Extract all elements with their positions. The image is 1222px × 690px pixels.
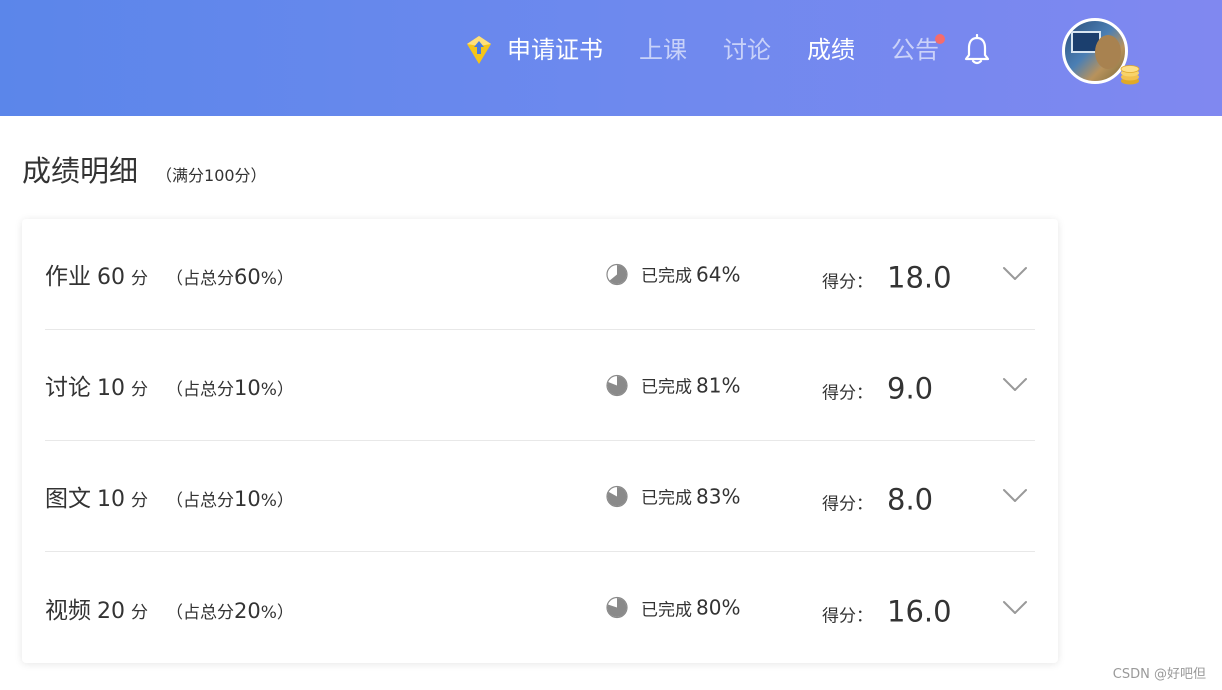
completion-label: 已完成: [641, 600, 692, 620]
completion-status: 已完成 81%: [606, 373, 740, 398]
score-value: 16.0: [887, 593, 952, 628]
completion-status: 已完成 80%: [606, 595, 740, 620]
completion-label: 已完成: [641, 266, 692, 287]
category-name: 图文: [45, 486, 91, 512]
weight-suffix: %）: [260, 380, 294, 400]
weight-value: 10: [234, 376, 261, 400]
page-title-row: 成绩明细 （满分100分）: [22, 148, 267, 190]
main-nav: 申请证书 上课 讨论 成绩 公告: [463, 30, 975, 70]
weight-prefix: （占总分: [166, 380, 234, 400]
completion-percent: 64%: [696, 262, 741, 286]
nav-class[interactable]: 上课: [639, 30, 687, 70]
completion-percent: 80%: [696, 595, 741, 620]
top-header: 申请证书 上课 讨论 成绩 公告: [0, 0, 1222, 116]
grade-category: 作业 60 分（占总分60%）: [45, 257, 294, 291]
completion-status: 已完成 64%: [606, 262, 740, 287]
chevron-down-icon[interactable]: [1002, 266, 1028, 282]
weight-suffix: %）: [260, 269, 294, 289]
category-name: 视频: [45, 597, 91, 624]
certificate-badge-icon: [467, 36, 491, 64]
chevron-down-icon[interactable]: [1002, 600, 1028, 616]
nav-grades[interactable]: 成绩: [807, 30, 855, 70]
notice-badge-dot: [935, 34, 945, 44]
earned-score: 得分： 16.0: [822, 594, 952, 628]
page-title: 成绩明细: [22, 154, 139, 188]
category-name: 讨论: [45, 375, 91, 401]
weight-prefix: （占总分: [166, 602, 234, 623]
nav-notice[interactable]: 公告: [891, 30, 945, 70]
weight-suffix: %）: [260, 491, 294, 511]
category-weight: （占总分20%）: [166, 598, 294, 623]
grade-row[interactable]: 讨论 10 分（占总分10%） 已完成 81% 得分： 9.0: [45, 330, 1035, 441]
category-weight: （占总分60%）: [166, 264, 294, 289]
weight-value: 10: [234, 487, 261, 511]
category-points: 10: [97, 376, 125, 401]
score-label: 得分：: [822, 272, 873, 293]
grade-row[interactable]: 图文 10 分（占总分10%） 已完成 83% 得分： 8.0: [45, 441, 1035, 552]
completion-status: 已完成 83%: [606, 484, 740, 509]
weight-suffix: %）: [260, 602, 294, 623]
pie-chart-icon: [606, 263, 628, 285]
score-label: 得分：: [822, 383, 873, 404]
category-points-unit: 分: [131, 491, 148, 511]
nav-discussion[interactable]: 讨论: [723, 30, 771, 70]
pie-chart-icon: [606, 596, 628, 619]
completion-percent: 83%: [696, 484, 741, 508]
category-points-unit: 分: [131, 380, 148, 400]
weight-prefix: （占总分: [166, 491, 234, 511]
chevron-down-icon[interactable]: [1002, 377, 1028, 393]
completion-percent: 81%: [696, 373, 741, 397]
earned-score: 得分： 18.0: [822, 260, 952, 294]
category-points-unit: 分: [131, 269, 148, 289]
grade-category: 视频 20 分（占总分20%）: [45, 591, 294, 625]
pie-chart-icon: [606, 485, 628, 507]
score-value: 18.0: [887, 260, 952, 295]
weight-value: 60: [234, 265, 261, 289]
category-weight: （占总分10%）: [166, 486, 294, 511]
category-weight: （占总分10%）: [166, 375, 294, 400]
category-name: 作业: [45, 264, 91, 290]
grade-row[interactable]: 作业 60 分（占总分60%） 已完成 64% 得分： 18.0: [45, 219, 1035, 330]
nav-label: 申请证书: [507, 36, 603, 64]
pie-chart-icon: [606, 374, 628, 396]
completion-label: 已完成: [641, 377, 692, 398]
weight-value: 20: [234, 598, 261, 623]
nav-label: 公告: [891, 36, 939, 64]
page-subtitle: （满分100分）: [156, 166, 267, 185]
bell-icon[interactable]: [962, 34, 992, 66]
nav-apply-certificate[interactable]: 申请证书: [463, 30, 603, 70]
category-points: 20: [97, 598, 125, 624]
score-value: 9.0: [887, 371, 934, 406]
chevron-down-icon[interactable]: [1002, 488, 1028, 504]
score-label: 得分：: [822, 494, 873, 515]
coin-icon: [1120, 65, 1140, 85]
category-points: 60: [97, 265, 125, 290]
earned-score: 得分： 8.0: [822, 482, 933, 516]
score-label: 得分：: [822, 605, 873, 626]
grade-row[interactable]: 视频 20 分（占总分20%） 已完成 80% 得分： 16.0: [45, 552, 1035, 663]
score-value: 8.0: [887, 482, 934, 517]
weight-prefix: （占总分: [166, 269, 234, 289]
grades-card: 作业 60 分（占总分60%） 已完成 64% 得分： 18.0 讨论 10 分（占总分10%）已…: [22, 219, 1058, 663]
category-points-unit: 分: [131, 602, 148, 623]
completion-label: 已完成: [641, 488, 692, 509]
earned-score: 得分： 9.0: [822, 371, 933, 405]
watermark: CSDN @好吧但: [1112, 667, 1206, 682]
category-points: 10: [97, 487, 125, 512]
grade-category: 讨论 10 分（占总分10%）: [45, 368, 294, 402]
grade-category: 图文 10 分（占总分10%）: [45, 479, 294, 513]
